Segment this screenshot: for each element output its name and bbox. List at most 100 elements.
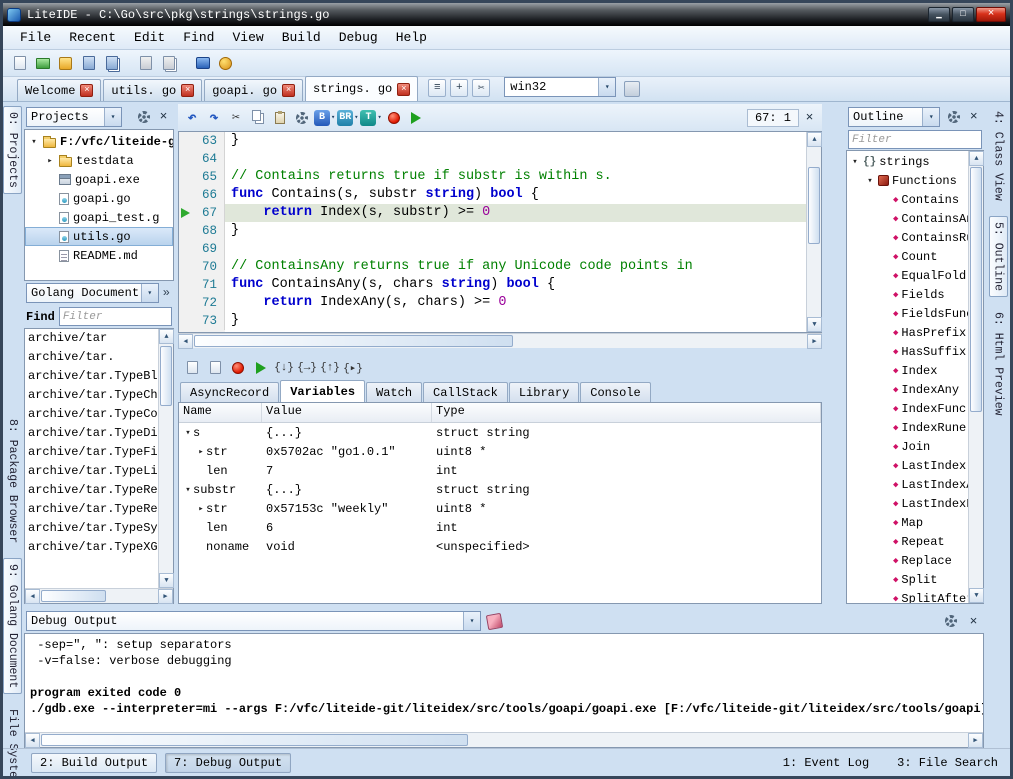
build-run-menu-icon[interactable]: BR▾ xyxy=(337,107,358,128)
code-line-67[interactable]: 67 return Index(s, substr) >= 0 xyxy=(179,204,806,222)
outline-item-containsany[interactable]: ◆ContainsAny xyxy=(847,209,968,228)
step-out-icon[interactable]: {↑} xyxy=(320,358,340,377)
close-file-icon[interactable] xyxy=(135,53,156,74)
debug-tab-library[interactable]: Library xyxy=(509,382,579,402)
debug-tab-asyncrecord[interactable]: AsyncRecord xyxy=(180,382,279,402)
variable-row-str[interactable]: ▸str0x57153c "weekly"uint8 * xyxy=(179,499,821,518)
tab-list-icon[interactable]: ≡ xyxy=(428,79,446,97)
run-to-line-icon[interactable]: {▸} xyxy=(343,358,363,377)
titlebar[interactable]: LiteIDE - C:\Go\src\pkg\strings\strings.… xyxy=(3,3,1010,26)
open-folder-icon[interactable] xyxy=(32,53,53,74)
menu-item-build[interactable]: Build xyxy=(273,28,330,47)
vertical-scrollbar[interactable]: ▲ ▼ xyxy=(806,132,821,332)
scrollbar-track[interactable] xyxy=(969,166,983,588)
close-editor-icon[interactable]: × xyxy=(801,109,818,126)
scrollbar-track[interactable] xyxy=(40,589,158,603)
outline-item-repeat[interactable]: ◆Repeat xyxy=(847,532,968,551)
close-panel-icon[interactable]: × xyxy=(966,108,982,125)
redo-icon[interactable]: ↷ xyxy=(204,107,224,128)
outline-item-indexany[interactable]: ◆IndexAny xyxy=(847,380,968,399)
scroll-up-icon[interactable]: ▲ xyxy=(807,132,822,147)
variable-row-len[interactable]: len6int xyxy=(179,518,821,537)
column-header-name[interactable]: Name xyxy=(179,403,262,422)
panel-menu-gear-icon[interactable] xyxy=(135,108,152,125)
scroll-right-icon[interactable]: ▶ xyxy=(158,589,173,604)
scroll-down-icon[interactable]: ▼ xyxy=(969,588,984,603)
editor-tab-utils-go[interactable]: utils. go× xyxy=(103,79,202,101)
tab-close-icon[interactable]: × xyxy=(397,83,410,96)
copy-icon[interactable] xyxy=(248,107,268,128)
debug-tab-variables[interactable]: Variables xyxy=(280,380,365,402)
status-tab-2-build-output[interactable]: 2: Build Output xyxy=(31,753,157,773)
variable-row-s[interactable]: ▾s{...}struct string xyxy=(179,423,821,442)
doc-item-archive-tar-typereg[interactable]: archive/tar.TypeReg xyxy=(25,481,158,500)
expander-icon[interactable]: ▾ xyxy=(183,428,193,438)
outline-item-contains[interactable]: ◆Contains xyxy=(847,190,968,209)
panel-menu-gear-icon[interactable] xyxy=(946,108,962,125)
menu-item-edit[interactable]: Edit xyxy=(125,28,174,47)
scroll-right-icon[interactable]: ▶ xyxy=(968,733,983,748)
doc-item-archive-tar-typeblo[interactable]: archive/tar.TypeBlo xyxy=(25,367,158,386)
code-area[interactable]: 63}6465// Contains returns true if subst… xyxy=(179,132,806,332)
menu-item-view[interactable]: View xyxy=(223,28,272,47)
outline-item-map[interactable]: ◆Map xyxy=(847,513,968,532)
split-editor-icon[interactable]: + xyxy=(450,79,468,97)
doc-item-archive-tar-typecon[interactable]: archive/tar.TypeCon xyxy=(25,405,158,424)
outline-filter-input[interactable] xyxy=(848,130,982,149)
outline-combo[interactable]: Outline ▾ xyxy=(848,107,940,127)
build-menu-icon[interactable]: B▾ xyxy=(314,107,335,128)
debug-tab-console[interactable]: Console xyxy=(580,382,650,402)
step-into-icon[interactable]: {↓} xyxy=(274,358,294,377)
clear-output-icon[interactable] xyxy=(486,612,503,629)
scroll-left-icon[interactable]: ◀ xyxy=(178,334,193,349)
outline-item-lastindex[interactable]: ◆LastIndex xyxy=(847,456,968,475)
outline-item-join[interactable]: ◆Join xyxy=(847,437,968,456)
side-tab-5-outline[interactable]: 5: Outline xyxy=(989,216,1008,297)
close-all-icon[interactable] xyxy=(158,53,179,74)
output-selector-combo[interactable]: Debug Output ▾ xyxy=(26,611,481,631)
horizontal-scrollbar[interactable]: ◀ ▶ xyxy=(25,588,173,603)
code-line-73[interactable]: 73} xyxy=(179,312,806,330)
outline-item-indexrune[interactable]: ◆IndexRune xyxy=(847,418,968,437)
step-over-icon[interactable]: {→} xyxy=(297,358,317,377)
record-icon[interactable] xyxy=(384,107,404,128)
outline-item-splitafter[interactable]: ◆SplitAfter xyxy=(847,589,968,603)
scrollbar-track[interactable] xyxy=(159,344,173,573)
expander-icon[interactable]: ▾ xyxy=(850,157,860,167)
start-debug-icon[interactable] xyxy=(406,107,426,128)
doc-item-archive-tar[interactable]: archive/tar xyxy=(25,329,158,348)
menu-item-help[interactable]: Help xyxy=(387,28,436,47)
doc-item-archive-tar-typecha[interactable]: archive/tar.TypeCha xyxy=(25,386,158,405)
outline-item-count[interactable]: ◆Count xyxy=(847,247,968,266)
scroll-left-icon[interactable]: ◀ xyxy=(25,589,40,604)
code-line-72[interactable]: 72 return IndexAny(s, chars) >= 0 xyxy=(179,294,806,312)
menu-item-find[interactable]: Find xyxy=(174,28,223,47)
outline-item-replace[interactable]: ◆Replace xyxy=(847,551,968,570)
project-item-goapi-go[interactable]: goapi.go xyxy=(25,189,173,208)
menu-item-file[interactable]: File xyxy=(11,28,60,47)
outline-item-hasprefix[interactable]: ◆HasPrefix xyxy=(847,323,968,342)
scroll-right-icon[interactable]: ▶ xyxy=(807,334,822,349)
expander-icon[interactable]: ▾ xyxy=(29,137,39,147)
save-all-icon[interactable] xyxy=(101,53,122,74)
tab-close-icon[interactable]: × xyxy=(181,84,194,97)
editor-tab-welcome[interactable]: Welcome× xyxy=(17,79,101,101)
save-file-icon[interactable] xyxy=(78,53,99,74)
variable-row-noname[interactable]: nonamevoid<unspecified> xyxy=(179,537,821,556)
outline-item-fields[interactable]: ◆Fields xyxy=(847,285,968,304)
env-settings-icon[interactable] xyxy=(624,81,640,97)
overflow-chevron-icon[interactable]: » xyxy=(161,286,172,300)
outline-item-containsrun[interactable]: ◆ContainsRun xyxy=(847,228,968,247)
side-tab-8-package-browser[interactable]: 8: Package Browser xyxy=(4,414,21,548)
view-source-icon[interactable] xyxy=(182,358,202,377)
close-button[interactable]: × xyxy=(976,7,1006,22)
open-project-icon[interactable] xyxy=(55,53,76,74)
golang-document-combo[interactable]: Golang Document ▾ xyxy=(26,283,159,303)
side-tab-6-html-preview[interactable]: 6: Html Preview xyxy=(990,307,1007,421)
project-item-goapi-test-g[interactable]: goapi_test.g xyxy=(25,208,173,227)
tab-close-icon[interactable]: × xyxy=(282,84,295,97)
scroll-thumb[interactable] xyxy=(160,346,172,406)
project-item-readme-md[interactable]: README.md xyxy=(25,246,173,265)
menu-item-recent[interactable]: Recent xyxy=(60,28,125,47)
scrollbar-track[interactable] xyxy=(807,147,821,317)
